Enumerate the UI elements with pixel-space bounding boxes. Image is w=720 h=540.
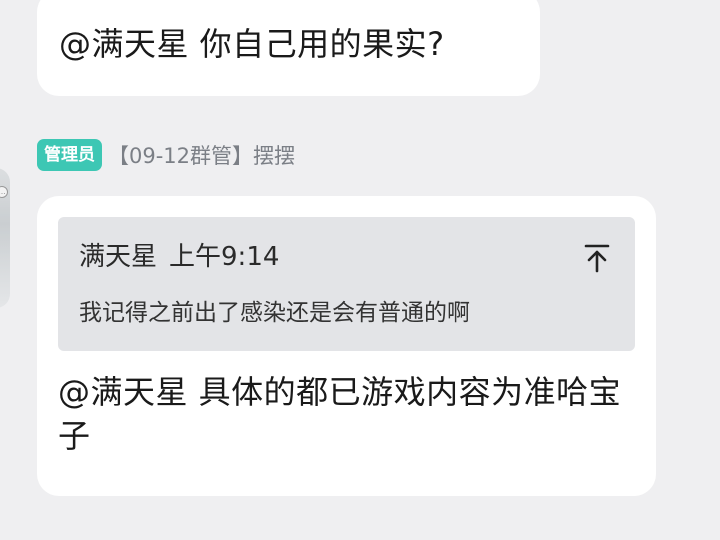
quoted-message[interactable]: 满天星 上午9:14 我记得之前出了感染还是会有普通的啊 xyxy=(58,217,635,351)
quote-text: 我记得之前出了感染还是会有普通的啊 xyxy=(79,300,470,326)
quote-time: 上午9:14 xyxy=(169,242,280,272)
sender-name[interactable]: 【09-12群管】摆摆 xyxy=(108,140,295,170)
message-text: @满天星 具体的都已游戏内容为准哈宝子 xyxy=(58,373,622,455)
message-bubble[interactable]: @满天星 你自己用的果实? xyxy=(37,0,540,96)
sender-info: 管理员 【09-12群管】摆摆 xyxy=(37,138,295,172)
message-text: @满天星 你自己用的果实? xyxy=(59,25,445,63)
more-icon: … xyxy=(0,186,8,198)
role-badge: 管理员 xyxy=(37,139,102,171)
message-bubble[interactable]: 满天星 上午9:14 我记得之前出了感染还是会有普通的啊 @满天星 具体的都已游戏… xyxy=(37,196,656,496)
sender-avatar-partial[interactable]: … xyxy=(0,168,10,308)
arrow-up-to-top-icon[interactable] xyxy=(577,237,617,277)
quote-header: 满天星 上午9:14 xyxy=(79,241,279,273)
quote-author: 满天星 xyxy=(79,242,158,272)
